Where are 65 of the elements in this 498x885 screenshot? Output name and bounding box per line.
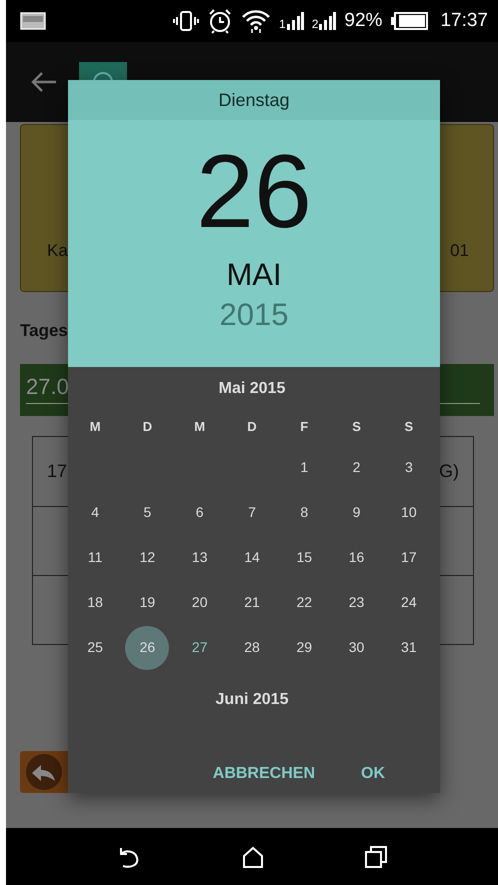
calendar-day[interactable]: 18 bbox=[73, 580, 118, 624]
weekday-label: D bbox=[246, 418, 258, 436]
calendar-day[interactable]: 31 bbox=[386, 626, 431, 670]
calendar-day[interactable]: 15 bbox=[282, 536, 326, 580]
month-title: Juni 2015 bbox=[214, 690, 290, 710]
calendar-day[interactable]: 24 bbox=[386, 580, 431, 624]
signal-icon bbox=[286, 12, 304, 30]
calendar-day[interactable]: 30 bbox=[334, 626, 379, 670]
sim-label: 2 bbox=[312, 18, 318, 30]
alarm-icon bbox=[207, 8, 234, 34]
table-cell-text: G) bbox=[439, 460, 459, 483]
calendar-day[interactable]: 8 bbox=[282, 490, 326, 534]
month-title: Mai 2015 bbox=[218, 379, 286, 399]
calendar-day[interactable]: 9 bbox=[334, 490, 379, 534]
calendar-day[interactable]: 13 bbox=[178, 536, 222, 580]
calendar-day[interactable]: 10 bbox=[386, 490, 431, 534]
wifi-icon bbox=[241, 8, 272, 34]
calendar-day[interactable]: 29 bbox=[282, 626, 326, 670]
calendar-day[interactable]: 20 bbox=[178, 580, 222, 624]
selected-month: MAI bbox=[226, 258, 282, 292]
calendar-day[interactable]: 23 bbox=[334, 580, 379, 624]
back-button[interactable] bbox=[20, 750, 68, 792]
calendar-day[interactable]: 16 bbox=[334, 536, 379, 580]
recent-apps-icon bbox=[365, 846, 388, 868]
calendar-day[interactable]: 27 bbox=[178, 626, 222, 670]
calendar-day[interactable]: 17 bbox=[386, 536, 431, 580]
weekday-label: M bbox=[193, 418, 206, 436]
weekday-label: S bbox=[404, 418, 414, 436]
weekday-label: M bbox=[88, 418, 102, 436]
signal-icon bbox=[318, 12, 336, 30]
calendar-day[interactable]: 3 bbox=[386, 446, 431, 490]
section-heading: Tages bbox=[20, 320, 69, 342]
selected-day: 26 bbox=[196, 140, 312, 244]
calendar-day[interactable]: 11 bbox=[73, 536, 118, 580]
weekday-label: S bbox=[351, 418, 362, 436]
calendar-day[interactable]: 2 bbox=[334, 446, 379, 490]
calendar-day[interactable]: 19 bbox=[125, 580, 170, 624]
ok-button[interactable]: OK bbox=[353, 758, 393, 790]
calendar-day[interactable]: 4 bbox=[73, 490, 118, 534]
calendar-day[interactable]: 14 bbox=[230, 536, 274, 580]
battery-percent: 92% bbox=[344, 8, 382, 33]
home-icon bbox=[242, 846, 264, 868]
calendar-day[interactable]: 5 bbox=[125, 490, 170, 534]
calendar-day[interactable]: 28 bbox=[230, 626, 274, 670]
calendar-day[interactable]: 25 bbox=[73, 626, 118, 670]
weekday-label: D bbox=[142, 418, 154, 436]
calendar-day[interactable]: 22 bbox=[282, 580, 326, 624]
table-cell-text: 17 bbox=[47, 460, 68, 482]
image-notification-icon bbox=[20, 11, 46, 31]
calendar-day[interactable]: 21 bbox=[230, 580, 274, 624]
card-text: 01 bbox=[450, 240, 469, 262]
card-text: Ka bbox=[47, 240, 68, 262]
vibrate-icon bbox=[173, 10, 200, 32]
weekday-label: F bbox=[299, 418, 310, 436]
sim-label: 1 bbox=[279, 18, 286, 30]
calendar-day[interactable]: 7 bbox=[230, 490, 274, 534]
calendar-day[interactable]: 26 bbox=[125, 626, 170, 670]
weekday-header: Dienstag bbox=[68, 80, 440, 120]
back-arrow-icon bbox=[31, 71, 57, 93]
calendar-day[interactable]: 1 bbox=[282, 446, 326, 490]
clock: 17:37 bbox=[440, 8, 488, 33]
calendar-day[interactable]: 12 bbox=[125, 536, 170, 580]
cancel-button[interactable]: ABBRECHEN bbox=[204, 758, 323, 790]
battery-icon bbox=[390, 12, 428, 30]
calendar-day[interactable]: 6 bbox=[178, 490, 222, 534]
